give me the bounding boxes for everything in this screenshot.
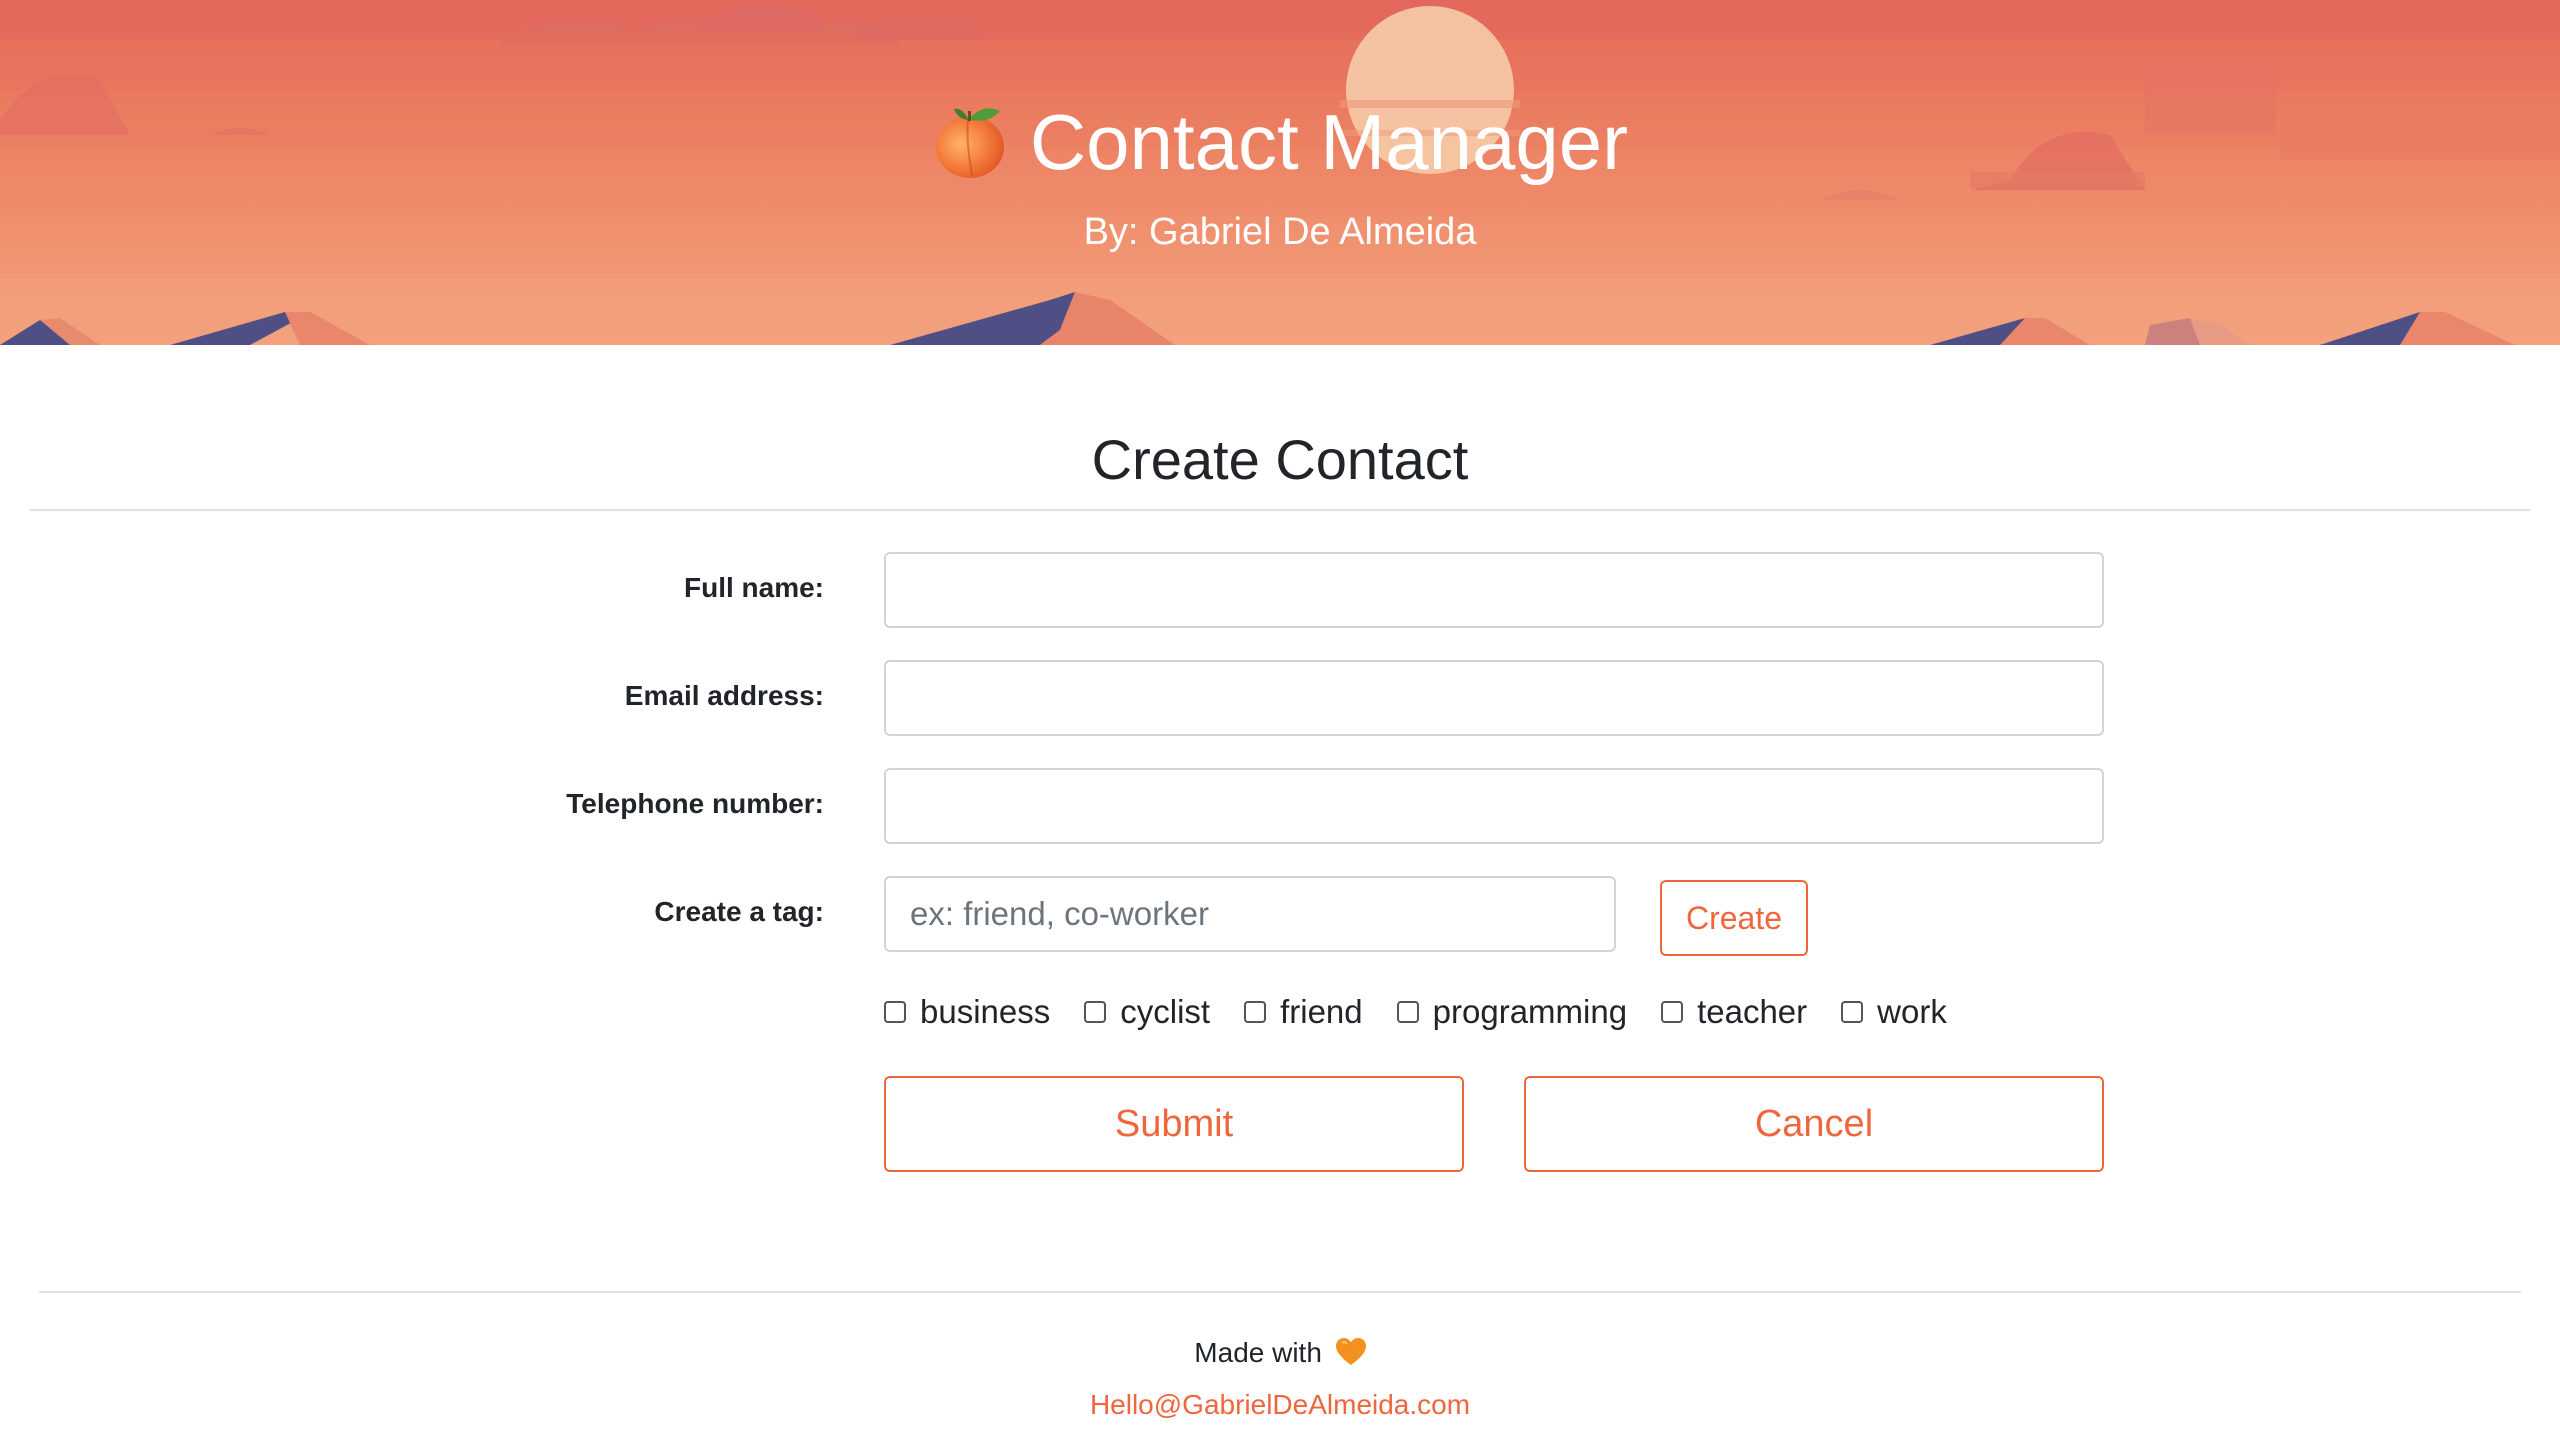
made-with-label: Made with — [1194, 1337, 1322, 1368]
header-banner: Contact Manager By: Gabriel De Almeida — [0, 0, 2560, 345]
tag-checkbox-programming[interactable]: programming — [1396, 993, 1628, 1031]
checkbox-icon[interactable] — [1841, 1001, 1864, 1023]
email-label: Email address: — [624, 680, 824, 711]
checkbox-icon[interactable] — [1084, 1001, 1107, 1023]
peach-icon — [935, 108, 1004, 178]
create-tag-button[interactable]: Create — [1660, 880, 1808, 956]
app-title: Contact Manager — [1029, 98, 1629, 186]
email-input[interactable] — [884, 660, 2104, 736]
tag-label: work — [1877, 993, 1947, 1030]
telephone-label: Telephone number: — [566, 788, 824, 819]
cancel-button[interactable]: Cancel — [1524, 1076, 2104, 1172]
tag-label: teacher — [1697, 993, 1808, 1030]
form-title: Create Contact — [1091, 428, 1469, 491]
telephone-input[interactable] — [884, 768, 2104, 844]
checkbox-icon[interactable] — [884, 1001, 906, 1023]
contact-email-link[interactable]: Hello@GabrielDeAlmeida.com — [0, 1386, 2560, 1424]
checkbox-icon[interactable] — [1661, 1001, 1684, 1023]
tag-input[interactable] — [884, 876, 1616, 952]
tag-checkbox-teacher[interactable]: teacher — [1661, 993, 1807, 1031]
orange-heart-icon — [1335, 1338, 1366, 1365]
tag-label: friend — [1280, 993, 1363, 1030]
tag-checkbox-business[interactable]: business — [884, 993, 1050, 1031]
form-divider — [30, 509, 2530, 511]
tag-checkbox-work[interactable]: work — [1841, 993, 1947, 1031]
checkbox-icon[interactable] — [1396, 1001, 1419, 1023]
author-byline: By: Gabriel De Almeida — [1083, 211, 1477, 253]
tag-checkbox-cyclist[interactable]: cyclist — [1084, 993, 1210, 1031]
tag-checkbox-list: business cyclist friend programming teac… — [884, 990, 1981, 1034]
footer-divider — [39, 1291, 2521, 1293]
tag-label: cyclist — [1120, 993, 1211, 1030]
create-tag-label: Create a tag: — [654, 896, 824, 927]
tag-label: programming — [1432, 993, 1628, 1030]
checkbox-icon[interactable] — [1244, 1001, 1267, 1023]
tag-label: business — [920, 993, 1051, 1030]
submit-button[interactable]: Submit — [884, 1076, 1464, 1172]
tag-checkbox-friend[interactable]: friend — [1244, 993, 1363, 1031]
full-name-label: Full name: — [683, 572, 824, 603]
full-name-input[interactable] — [884, 552, 2104, 628]
made-with-text: Made with — [0, 1334, 2560, 1372]
page-title: Contact Manager — [0, 92, 2560, 192]
